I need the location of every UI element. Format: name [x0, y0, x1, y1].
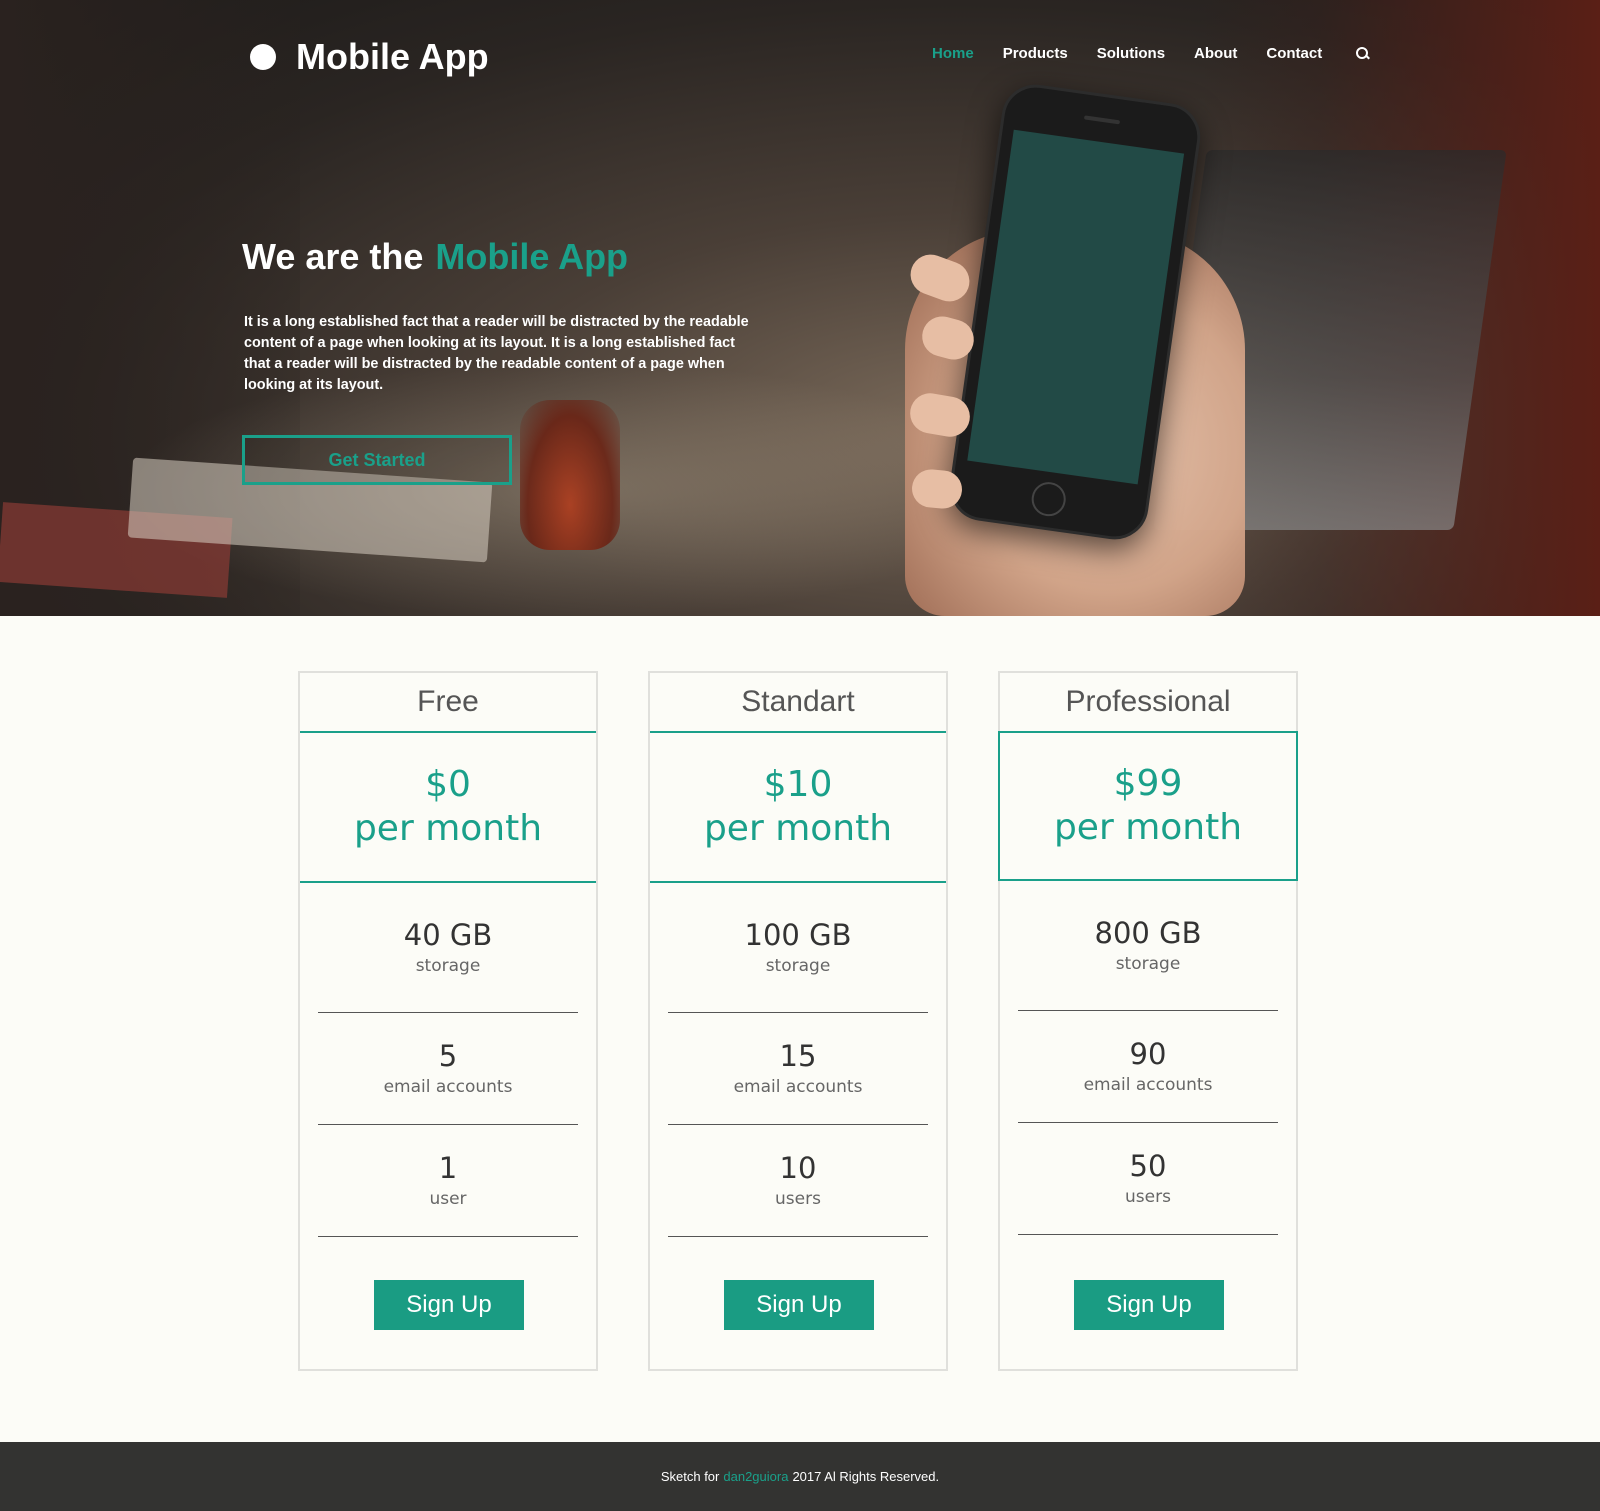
feature-value: 100 GB — [744, 917, 852, 952]
feature-label: storage — [765, 955, 831, 976]
feature-value: 50 — [1129, 1148, 1167, 1183]
hero-description: It is a long established fact that a rea… — [244, 314, 749, 393]
sign-up-button[interactable]: Sign Up — [374, 1280, 524, 1330]
footer-author-link[interactable]: dan2guiora — [723, 1469, 788, 1484]
plan-name: Free — [300, 673, 596, 733]
plan-price-amount: $99 — [1113, 763, 1183, 804]
footer-copyright: 2017 Al Rights Reserved. — [792, 1469, 940, 1484]
hero-section — [0, 0, 1600, 616]
plan-feature-storage: 40 GB storage — [318, 883, 578, 1013]
pricing-card-professional: Professional $99 per month 800 GB storag… — [998, 671, 1298, 1371]
plan-price-amount: $0 — [425, 764, 471, 805]
plan-price-period: per month — [703, 808, 893, 849]
logo-circle-icon — [250, 44, 276, 70]
feature-label: storage — [415, 955, 481, 976]
logo[interactable]: Mobile App — [250, 36, 489, 78]
feature-value: 15 — [779, 1038, 817, 1073]
feature-label: users — [1125, 1186, 1171, 1207]
get-started-button[interactable]: Get Started — [242, 435, 512, 485]
feature-label: email accounts — [1083, 1074, 1213, 1095]
feature-value: 90 — [1129, 1036, 1167, 1071]
nav-item-products[interactable]: Products — [1003, 45, 1068, 62]
nav-item-contact[interactable]: Contact — [1266, 45, 1322, 62]
feature-value: 5 — [438, 1038, 458, 1073]
feature-label: email accounts — [383, 1076, 513, 1097]
hero-background-jar — [520, 400, 620, 550]
feature-value: 10 — [779, 1150, 817, 1185]
plan-feature-email: 15 email accounts — [668, 1013, 928, 1125]
plan-feature-users: 10 users — [668, 1125, 928, 1237]
hero-title: We are the Mobile App — [242, 236, 628, 278]
sign-up-button[interactable]: Sign Up — [1074, 1280, 1224, 1330]
plan-feature-storage: 800 GB storage — [1018, 881, 1278, 1011]
pricing-card-free: Free $0 per month 40 GB storage 5 email … — [298, 671, 598, 1371]
pricing-card-standart: Standart $10 per month 100 GB storage 15… — [648, 671, 948, 1371]
plan-feature-users: 50 users — [1018, 1123, 1278, 1235]
plan-price-amount: $10 — [763, 764, 833, 805]
footer: Sketch for dan2guiora 2017 Al Rights Res… — [0, 1442, 1600, 1511]
nav-item-about[interactable]: About — [1194, 45, 1237, 62]
nav-item-solutions[interactable]: Solutions — [1097, 45, 1165, 62]
plan-feature-email: 5 email accounts — [318, 1013, 578, 1125]
feature-label: users — [775, 1188, 821, 1209]
search-icon[interactable] — [1355, 46, 1371, 62]
plan-feature-email: 90 email accounts — [1018, 1011, 1278, 1123]
feature-value: 800 GB — [1094, 915, 1202, 950]
plan-name: Professional — [1000, 673, 1296, 733]
feature-value: 1 — [438, 1150, 458, 1185]
plan-price: $10 per month — [650, 733, 946, 883]
feature-value: 40 GB — [403, 917, 493, 952]
hero-title-accent: Mobile App — [435, 236, 629, 277]
plan-feature-users: 1 user — [318, 1125, 578, 1237]
footer-prefix: Sketch for — [660, 1469, 720, 1484]
plan-price-period: per month — [353, 808, 543, 849]
main-nav: Home Products Solutions About Contact — [932, 45, 1371, 62]
plan-name: Standart — [650, 673, 946, 733]
feature-label: storage — [1115, 953, 1181, 974]
feature-label: email accounts — [733, 1076, 863, 1097]
plan-price-period: per month — [1053, 807, 1243, 848]
hero-title-prefix: We are the — [242, 236, 424, 277]
nav-item-home[interactable]: Home — [932, 45, 974, 62]
plan-feature-storage: 100 GB storage — [668, 883, 928, 1013]
logo-text: Mobile App — [296, 36, 489, 77]
feature-label: user — [429, 1188, 467, 1209]
sign-up-button[interactable]: Sign Up — [724, 1280, 874, 1330]
plan-price: $0 per month — [300, 733, 596, 883]
plan-price: $99 per month — [998, 731, 1298, 881]
